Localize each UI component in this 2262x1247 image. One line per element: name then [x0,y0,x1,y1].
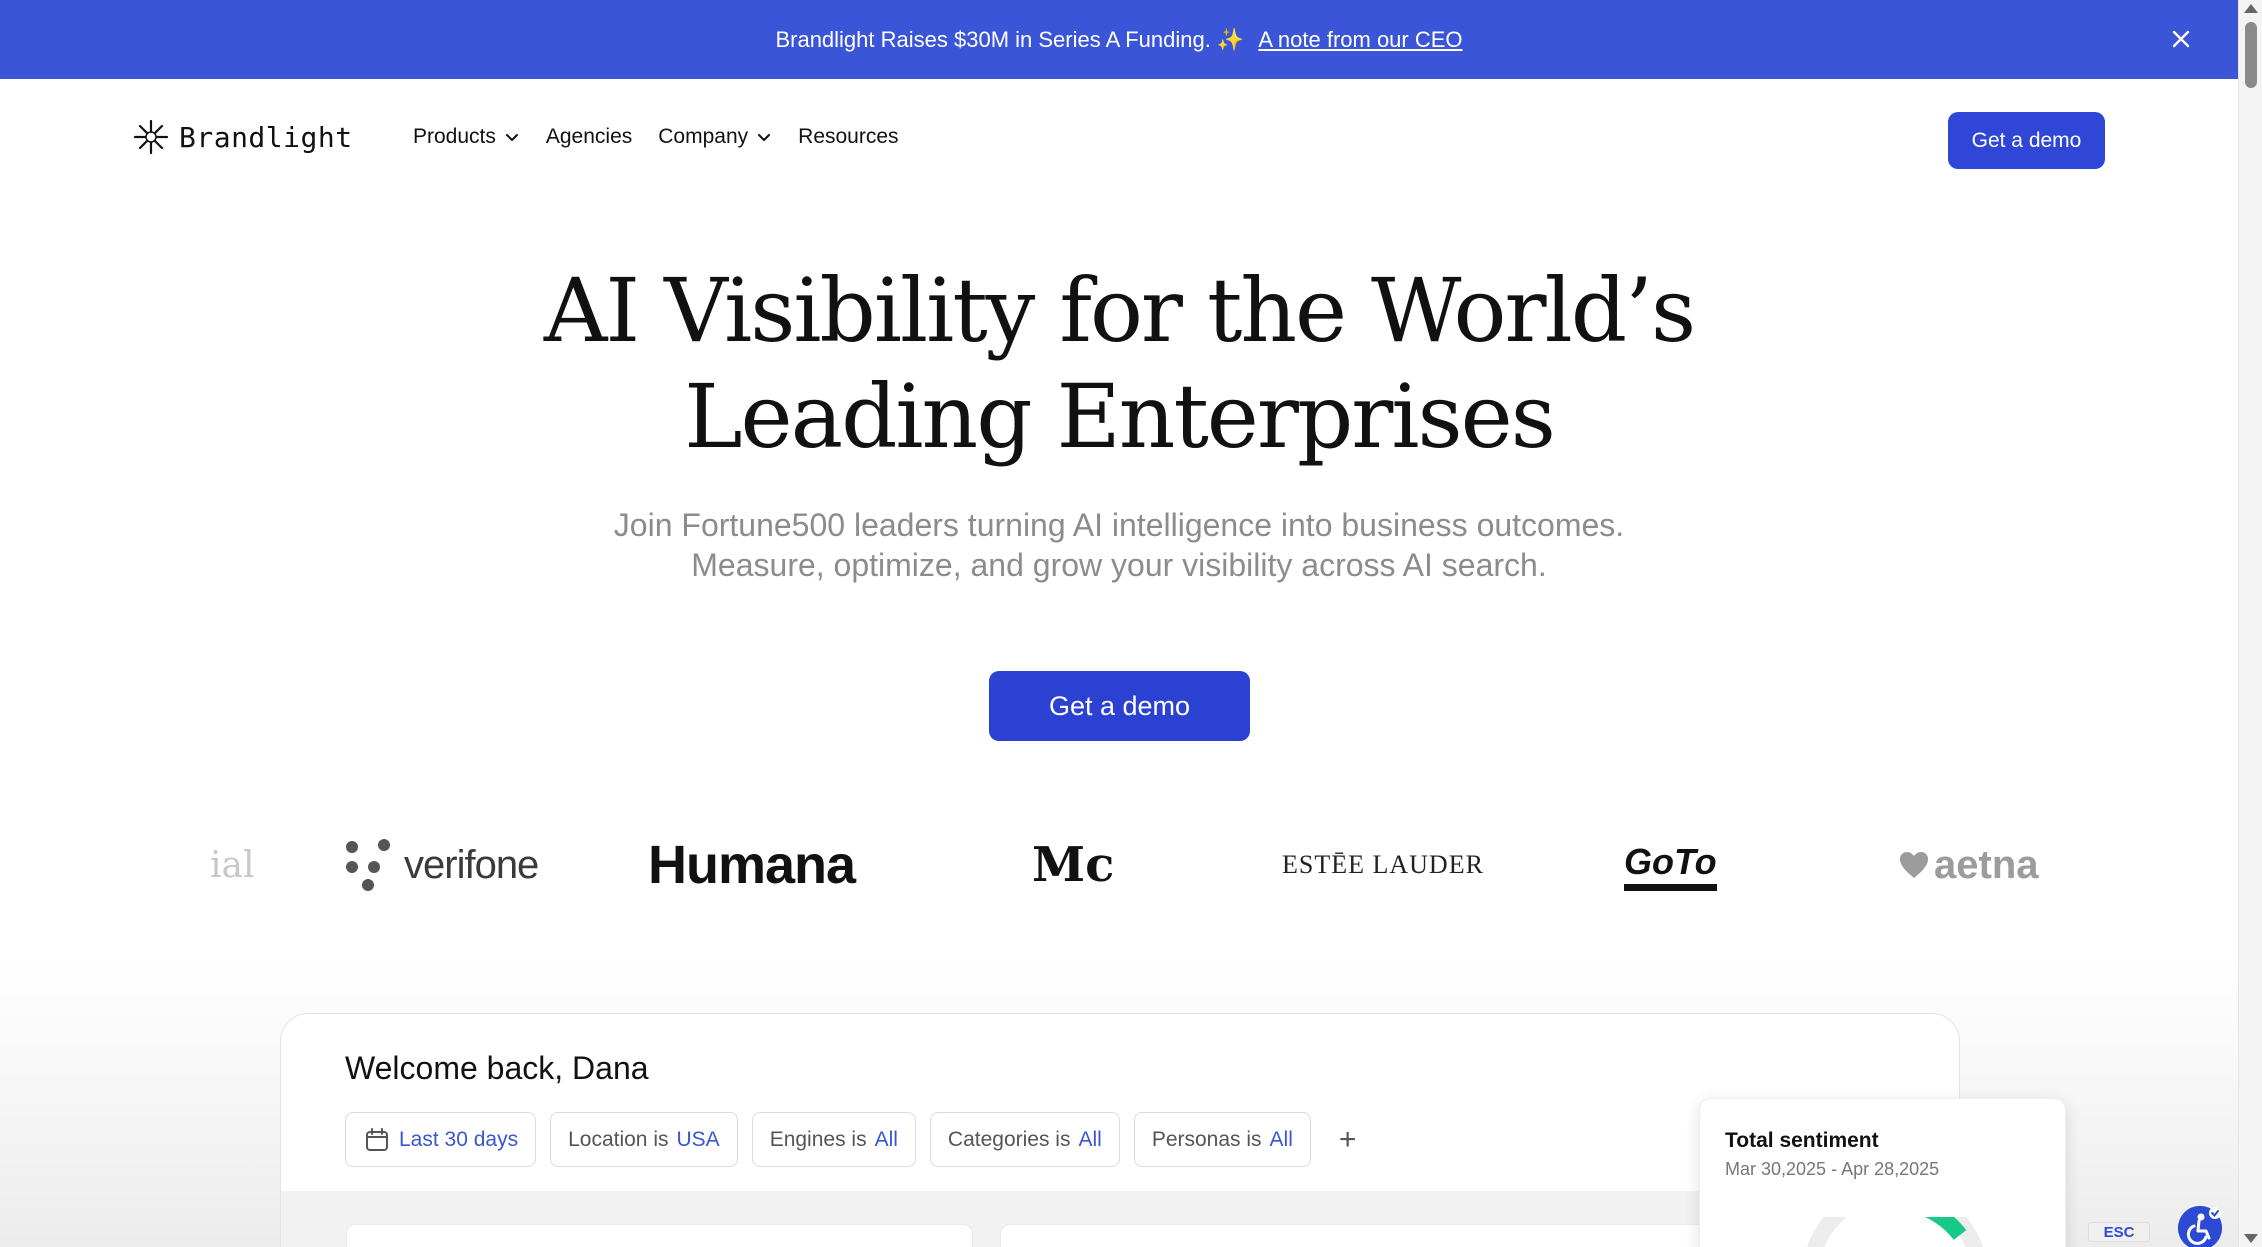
logo-aetna: aetna [1898,820,2039,910]
verifone-wordmark: verifone [404,842,539,887]
logo-estee-lauder: ESTĒE LAUDER [1282,850,1484,879]
filter-label: Engines is [769,1127,867,1151]
nav-item-label: Products [413,125,496,148]
logo-verifone: verifone [344,820,539,910]
filter-date-range[interactable]: Last 30 days [345,1112,537,1167]
filter-label: Personas is [1151,1127,1262,1151]
nav-item-label: Company [658,125,749,148]
filter-location[interactable]: Location is USA [550,1112,738,1167]
verifone-dots-icon [346,839,390,891]
total-sentiment-card: Total sentiment Mar 30,2025 - Apr 28,202… [1699,1098,2066,1247]
main-menu: Products Agencies Company Resources [413,125,899,149]
calendar-icon [366,1127,388,1151]
chevron-down-icon [758,134,771,141]
logo-partial-left: ial [210,844,255,886]
sentiment-title: Total sentiment [1725,1129,1879,1152]
dashboard-welcome: Welcome back, Dana [345,1050,649,1086]
close-icon[interactable] [2164,22,2198,56]
nav-item-agencies[interactable]: Agencies [546,125,632,149]
announcement-banner: Brandlight Raises $30M in Series A Fundi… [0,0,2238,79]
hero-title: AI Visibility for the World’s Leading En… [0,258,2238,470]
filter-value: Last 30 days [399,1127,519,1151]
banner-text: Brandlight Raises $30M in Series A Fundi… [775,26,1245,52]
logo-humana: Humana [648,835,856,895]
chevron-down-icon [505,134,518,141]
customer-logos-strip: ial verifone Humana Mc ESTĒE LAUDER GoTo… [0,820,2238,910]
hero-subtitle-line-1: Join Fortune500 leaders turning AI intel… [613,507,1625,543]
aetna-wordmark: aetna [1934,842,2039,887]
add-filter-button[interactable]: + [1325,1123,1371,1157]
filter-value: All [1078,1127,1102,1151]
sentiment-date-range: Mar 30,2025 - Apr 28,2025 [1725,1159,1940,1179]
dashboard-card [346,1224,973,1247]
filter-categories[interactable]: Categories is All [929,1112,1120,1167]
hero-title-line-1: AI Visibility for the World’s [543,259,1696,362]
brandlight-star-icon [133,119,169,155]
page-scrollbar[interactable] [2238,0,2262,1247]
scroll-up-icon[interactable] [2244,4,2258,13]
heart-icon [1900,852,1928,878]
scroll-down-icon[interactable] [2244,1234,2258,1243]
hero-subtitle-line-2: Measure, optimize, and grow your visibil… [691,547,1547,583]
hero-title-line-2: Leading Enterprises [684,365,1556,468]
filter-bar: Last 30 days Location is USA Engines is … [345,1112,1370,1167]
nav-item-company[interactable]: Company [658,125,772,149]
ceo-note-link[interactable]: A note from our CEO [1258,27,1462,53]
dashboard-card [1000,1224,1720,1247]
hero-get-demo-button[interactable]: Get a demo [989,671,1250,741]
filter-value: USA [676,1127,720,1151]
brand-name: Brandlight [179,120,353,154]
nav-get-demo-button[interactable]: Get a demo [1948,112,2105,169]
filter-value: All [874,1127,898,1151]
filter-personas[interactable]: Personas is All [1133,1112,1311,1167]
filter-value: All [1269,1127,1293,1151]
logo-mc: Mc [1032,837,1115,893]
filter-label: Location is [568,1127,669,1151]
esc-key-hint[interactable]: ESC [2088,1222,2150,1242]
nav-item-label: Agencies [545,125,633,148]
hero-subtitle: Join Fortune500 leaders turning AI intel… [0,505,2238,585]
brand-logo[interactable]: Brandlight [133,119,353,155]
nav-item-products[interactable]: Products [413,125,520,149]
nav-item-resources[interactable]: Resources [798,125,898,149]
logo-goto: GoTo [1624,839,1717,891]
top-nav: Brandlight Products Agencies Company Res… [0,79,2238,202]
filter-engines[interactable]: Engines is All [751,1112,916,1167]
sentiment-gauge [1807,1217,1983,1247]
nav-item-label: Resources [798,125,899,148]
scrollbar-thumb[interactable] [2245,22,2257,88]
accessibility-icon[interactable] [2178,1206,2222,1247]
filter-label: Categories is [947,1127,1071,1151]
